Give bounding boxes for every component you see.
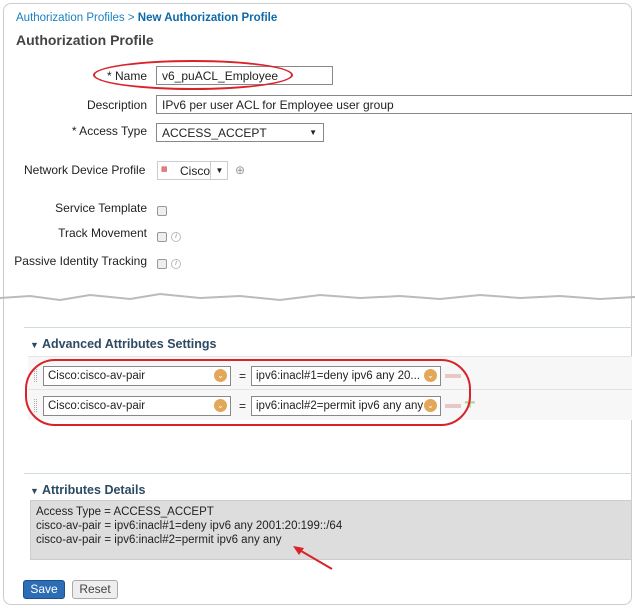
passive-identity-checkbox[interactable] [157,259,167,269]
access-type-select[interactable]: ACCESS_ACCEPT ▼ [156,123,324,142]
info-icon[interactable]: i [171,259,181,269]
track-movement-checkbox[interactable] [157,232,167,242]
ndp-value: Cisco [180,164,211,178]
collapse-triangle-icon: ▼ [30,340,39,350]
description-label: Description [86,98,147,112]
attributes-highlight-ring [25,359,471,426]
details-line: cisco-av-pair = ipv6:inacl#1=deny ipv6 a… [36,520,343,532]
service-template-label: Service Template [55,201,147,215]
globe-icon[interactable]: ⊕ [235,163,245,177]
details-line: Access Type = ACCESS_ACCEPT [36,506,214,518]
name-highlight-ring [93,60,293,90]
red-arrow-annotation [293,546,333,570]
advanced-header-text: Advanced Attributes Settings [41,337,217,351]
details-section-header[interactable]: ▼ Attributes Details [30,483,145,497]
dropdown-arrow-icon: ▼ [309,128,317,137]
info-icon[interactable]: i [171,232,181,242]
save-button[interactable]: Save [23,580,65,599]
details-header-text: Attributes Details [41,483,146,497]
section-divider [24,327,632,328]
page-title: Authorization Profile [16,32,154,48]
access-type-label: * Access Type [71,124,147,138]
breadcrumb-current: New Authorization Profile [137,12,278,24]
advanced-section-header[interactable]: ▼ Advanced Attributes Settings [30,337,217,351]
access-type-value: ACCESS_ACCEPT [162,126,267,140]
breadcrumb: Authorization Profiles > New Authorizati… [16,12,277,24]
dropdown-arrow-icon: ▼ [210,162,228,179]
service-template-checkbox[interactable] [157,206,167,216]
breadcrumb-separator: > [124,12,138,24]
reset-button[interactable]: Reset [72,580,118,599]
ndp-label: Network Device Profile [24,163,146,177]
collapse-triangle-icon: ▼ [30,486,39,496]
ndp-select[interactable]: ▦ Cisco ▼ [157,161,228,180]
section-divider [24,473,632,474]
description-input[interactable]: IPv6 per user ACL for Employee user grou… [156,95,632,114]
track-movement-label: Track Movement [58,226,147,240]
torn-edge-divider [0,292,635,302]
breadcrumb-parent-link[interactable]: Authorization Profiles [16,12,125,24]
passive-identity-label: Passive Identity Tracking [14,254,147,268]
cisco-logo-icon: ▦ [161,166,168,173]
